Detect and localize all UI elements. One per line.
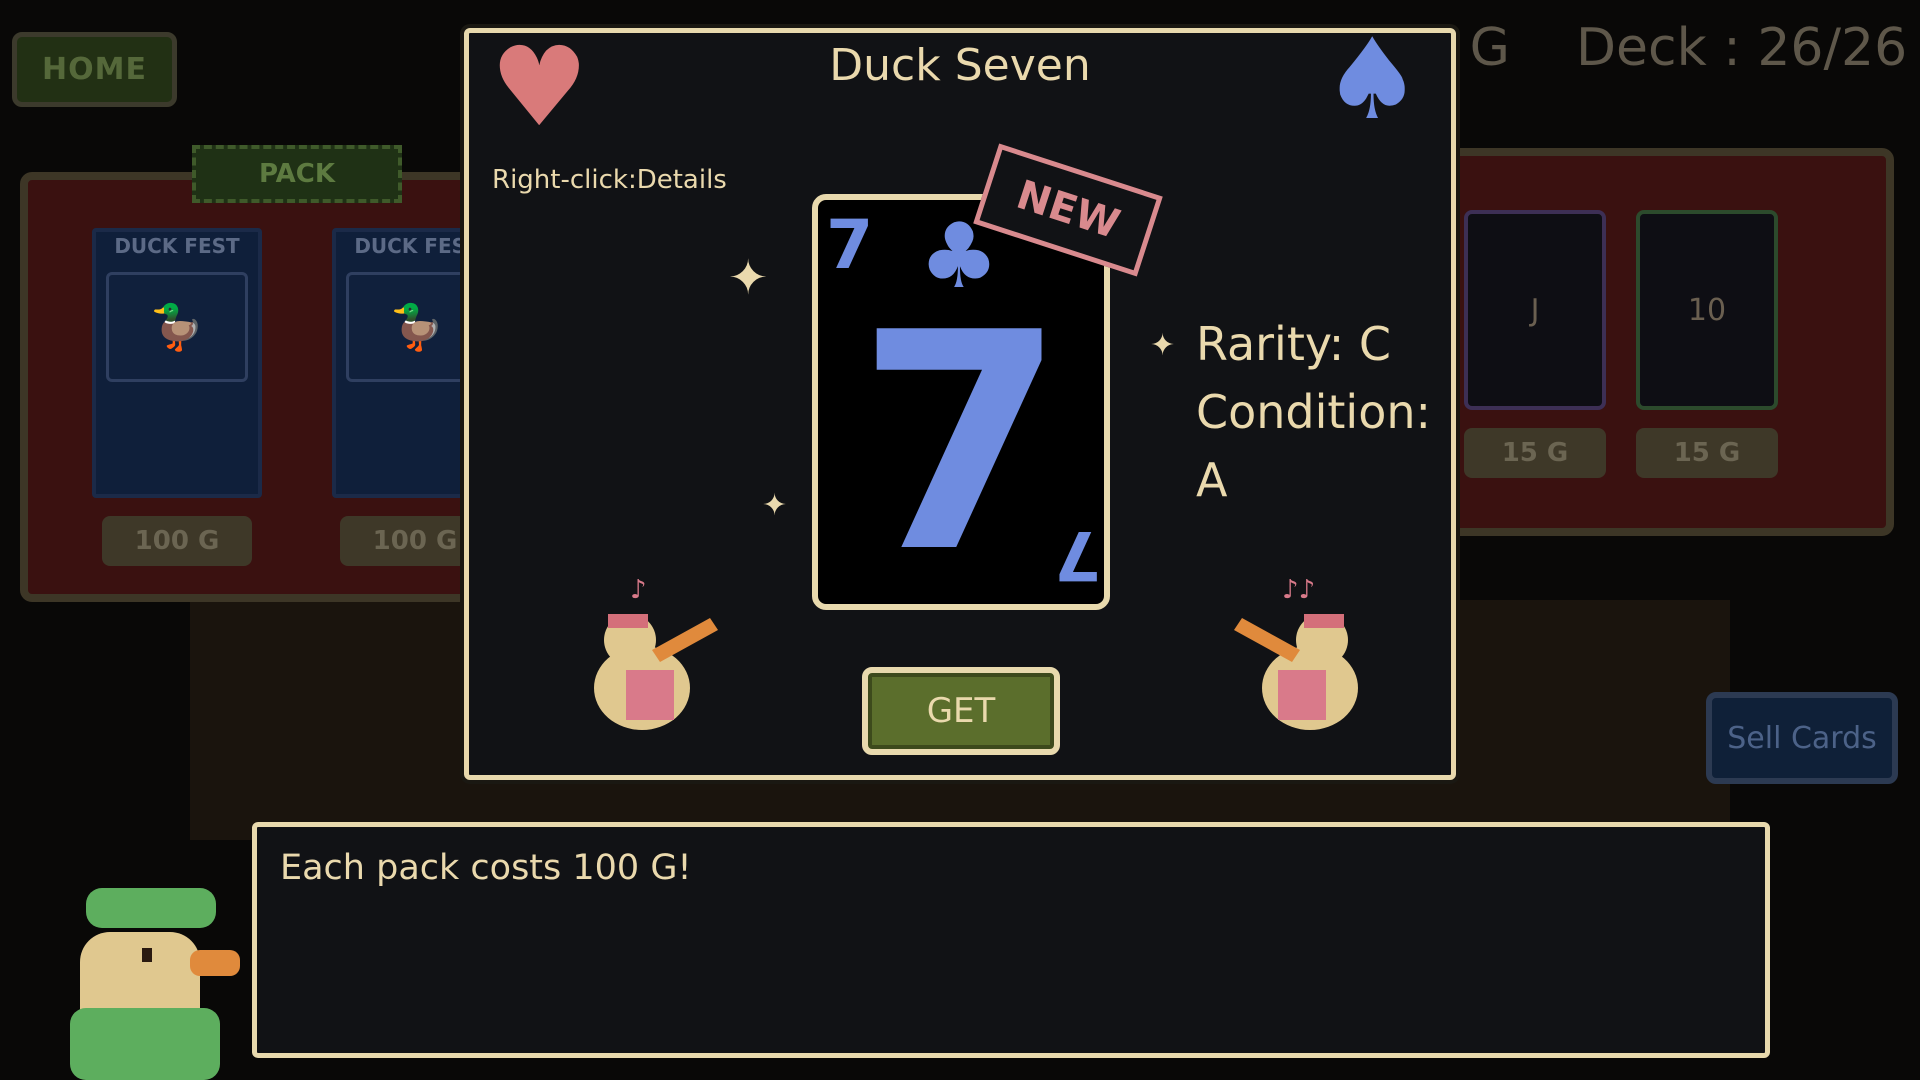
card-rank-corner: 7 bbox=[1054, 515, 1102, 594]
svg-text:♪♪: ♪♪ bbox=[1282, 578, 1315, 605]
condition-value: A bbox=[1196, 453, 1228, 507]
sparkle-icon: ✦ bbox=[762, 488, 788, 523]
game-screen: { "hud": {"home_label": "HOME", "gold": … bbox=[0, 0, 1920, 1080]
card-info: Rarity: C Condition: A bbox=[1196, 310, 1431, 514]
deck-counter: Deck : 26/26 bbox=[1576, 18, 1908, 78]
card-title: Duck Seven bbox=[829, 40, 1091, 91]
pack-name: DUCK FEST bbox=[114, 234, 240, 258]
shop-card-price: 15 G bbox=[1464, 428, 1606, 478]
pack-price: 100 G bbox=[102, 516, 252, 566]
shopkeeper-duck-icon bbox=[70, 888, 240, 1080]
trumpet-duck-icon: ♪ bbox=[594, 578, 718, 730]
duck-icon: 🦆 bbox=[106, 272, 248, 382]
sparkle-icon: ✦ bbox=[728, 250, 769, 306]
home-button[interactable]: HOME bbox=[12, 32, 177, 107]
condition-label: Condition: bbox=[1196, 385, 1432, 439]
rarity-label: Rarity: C bbox=[1196, 317, 1391, 371]
shop-card[interactable]: J bbox=[1464, 210, 1606, 410]
get-button[interactable]: GET bbox=[862, 667, 1060, 755]
shop-card-price: 15 G bbox=[1636, 428, 1778, 478]
details-hint: Right-click:Details bbox=[492, 165, 727, 195]
svg-text:♪: ♪ bbox=[630, 578, 647, 605]
pack-item[interactable]: DUCK FEST 🦆 bbox=[92, 228, 262, 498]
sell-cards-button[interactable]: Sell Cards bbox=[1706, 692, 1898, 784]
dialog-text: Each pack costs 100 G! bbox=[280, 848, 692, 888]
sparkle-icon: ✦ bbox=[1150, 328, 1176, 363]
trumpet-duck-icon: ♪♪ bbox=[1234, 578, 1358, 730]
shop-card[interactable]: 10 bbox=[1636, 210, 1778, 410]
pack-banner: PACK bbox=[192, 145, 402, 203]
